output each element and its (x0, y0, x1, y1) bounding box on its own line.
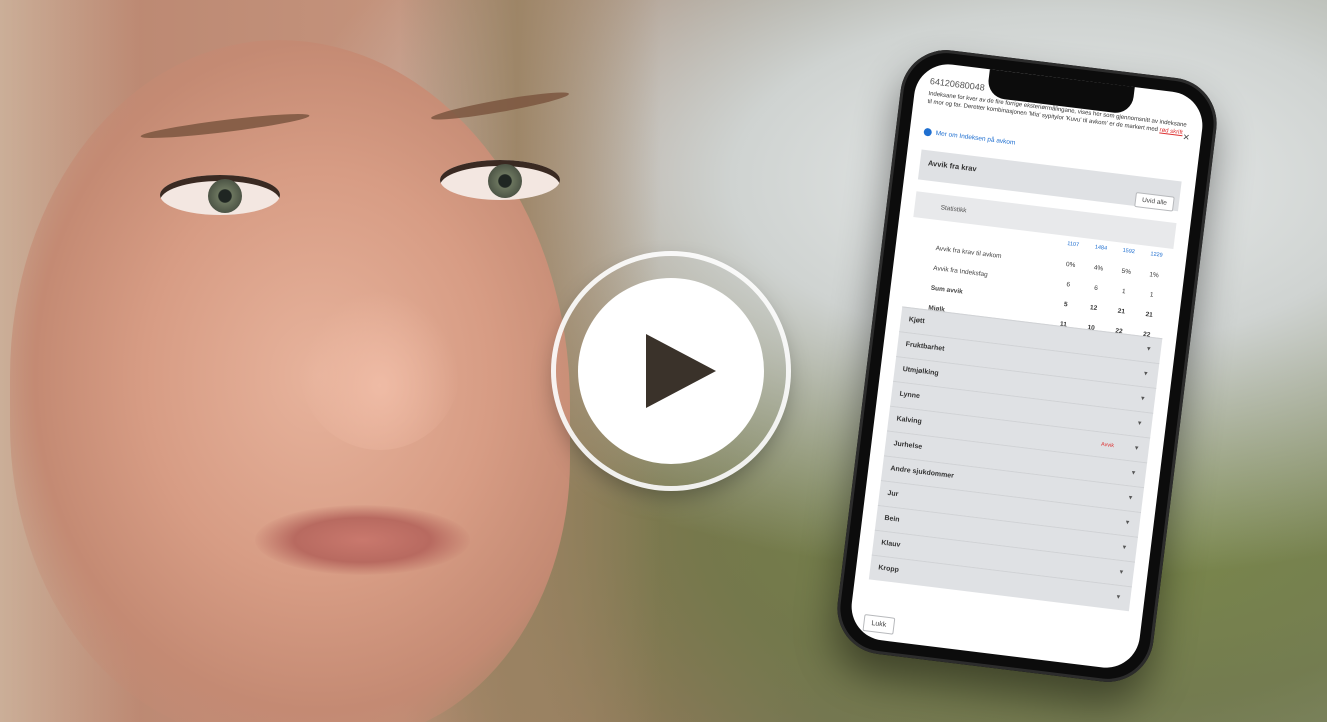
info-icon (923, 127, 933, 137)
play-icon (646, 334, 716, 408)
nose (300, 290, 460, 450)
table-header-cell: 1107 (1066, 241, 1080, 249)
chevron-down-icon: ▾ (1134, 444, 1139, 453)
lips (255, 505, 470, 575)
chevron-down-icon: ▾ (1116, 593, 1121, 602)
info-link[interactable]: Mer om Indeksen på avkom (923, 127, 1016, 147)
chevron-down-icon: ▾ (1122, 544, 1127, 552)
right-eye (440, 160, 560, 200)
chevron-down-icon: ▾ (1146, 345, 1151, 353)
chevron-down-icon: ▾ (1131, 469, 1136, 477)
left-eye (160, 175, 280, 215)
hide-all-button[interactable]: Uvid alle (1134, 191, 1175, 212)
chevron-down-icon: ▾ (1128, 494, 1133, 502)
table-header-cell: 1592 (1122, 247, 1136, 256)
play-button[interactable] (556, 256, 786, 486)
video-thumbnail[interactable]: 64120680048 × Indeksane for kver av de f… (0, 0, 1327, 722)
chevron-down-icon: ▾ (1125, 519, 1130, 527)
close-button[interactable]: Lukk (862, 614, 896, 635)
chevron-down-icon: ▾ (1119, 568, 1124, 577)
table-header-cell: 1484 (1094, 244, 1108, 252)
chevron-down-icon: ▾ (1140, 395, 1145, 403)
statistics-title: Statistikk (940, 204, 967, 215)
section-title: Avvik fra krav (927, 158, 978, 174)
chevron-down-icon: ▾ (1137, 419, 1142, 428)
intro-highlight: rød skrift (1159, 127, 1184, 137)
chevron-down-icon: ▾ (1143, 370, 1148, 378)
table-header-cell: 1229 (1150, 251, 1163, 259)
deviation-badge: Avvik (1100, 441, 1115, 450)
category-list: Kjøtt ▾ Fruktbarhet ▾ Utmjølking ▾ Lynne ▾ K… (868, 306, 1163, 612)
